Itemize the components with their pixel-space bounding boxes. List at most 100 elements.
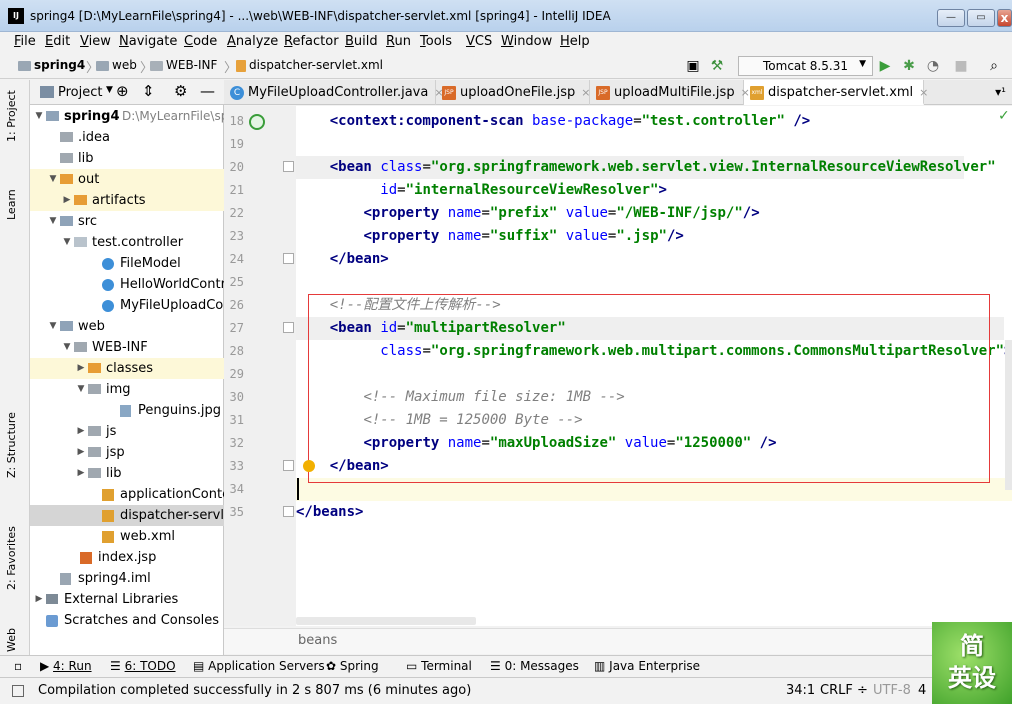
menu-view[interactable]: View: [80, 34, 111, 49]
maximize-button[interactable]: ▭: [967, 9, 995, 27]
chevron-down-icon[interactable]: ▼: [34, 106, 44, 127]
editor-breadcrumb-beans[interactable]: beans: [298, 633, 337, 648]
fold-marker-icon[interactable]: [283, 322, 294, 333]
tree-item[interactable]: ▶ lib: [30, 463, 224, 484]
menu-edit[interactable]: Edit: [45, 34, 70, 49]
tool-window-messages[interactable]: ☰ 0: Messages: [490, 659, 579, 673]
code-line[interactable]: </bean>: [296, 248, 389, 271]
tree-item[interactable]: spring4.iml: [30, 568, 224, 589]
tree-item[interactable]: ▼ test.controller: [30, 232, 224, 253]
tree-item[interactable]: lib: [30, 148, 224, 169]
tree-item[interactable]: Scratches and Consoles: [30, 610, 224, 631]
crumb-web[interactable]: web: [96, 58, 137, 72]
fold-marker-icon[interactable]: [283, 460, 294, 471]
chevron-down-icon[interactable]: ▼: [76, 379, 86, 400]
chevron-down-icon[interactable]: ▼: [62, 337, 72, 358]
vertical-scrollbar[interactable]: [1005, 340, 1012, 490]
editor-tab[interactable]: C MyFileUploadController.java ×: [224, 80, 444, 105]
tree-item[interactable]: MyFileUploadController: [30, 295, 224, 316]
close-icon[interactable]: ×: [741, 86, 750, 99]
lightbulb-icon[interactable]: [303, 460, 315, 472]
close-icon[interactable]: ×: [919, 86, 928, 99]
tree-item[interactable]: web.xml: [30, 526, 224, 547]
close-icon[interactable]: ×: [434, 86, 443, 99]
tool-window-spring[interactable]: ✿ Spring: [326, 659, 379, 673]
tree-item[interactable]: .idea: [30, 127, 224, 148]
editor-tab[interactable]: JSP uploadOneFile.jsp ×: [436, 80, 591, 105]
code-line[interactable]: <bean class="org.springframework.web.ser…: [296, 156, 996, 179]
tree-item[interactable]: ▶ artifacts: [30, 190, 224, 211]
code-line[interactable]: <property name="prefix" value="/WEB-INF/…: [296, 202, 759, 225]
tree-item[interactable]: dispatcher-servlet.xml: [30, 505, 224, 526]
close-button[interactable]: x: [997, 9, 1012, 27]
tool-window-run[interactable]: ▶ 4: Run: [40, 659, 92, 673]
tree-item[interactable]: ▶ External Libraries: [30, 589, 224, 610]
menu-run[interactable]: Run: [386, 34, 411, 49]
status-toggle-icon[interactable]: [12, 685, 24, 697]
collapse-all-icon[interactable]: ⇕: [142, 82, 155, 100]
menu-help[interactable]: Help: [560, 34, 590, 49]
code-line[interactable]: <property name="suffix" value=".jsp"/>: [296, 225, 683, 248]
fold-marker-icon[interactable]: [283, 253, 294, 264]
chevron-right-icon[interactable]: ▶: [76, 358, 86, 379]
code-line[interactable]: id="internalResourceViewResolver">: [296, 179, 667, 202]
tree-item[interactable]: HelloWorldController: [30, 274, 224, 295]
dropdown-arrow-icon[interactable]: ▼: [106, 85, 113, 95]
chevron-down-icon[interactable]: ▼: [48, 169, 58, 190]
line-separator[interactable]: CRLF ÷: [820, 683, 868, 698]
menu-build[interactable]: Build: [345, 34, 378, 49]
fold-marker-icon[interactable]: [283, 506, 294, 517]
web-tool-tab[interactable]: Web: [5, 628, 18, 652]
tool-window-terminal[interactable]: ▭ Terminal: [406, 659, 472, 673]
fold-marker-icon[interactable]: [283, 161, 294, 172]
stop-icon[interactable]: ■: [952, 57, 970, 75]
menu-analyze[interactable]: Analyze: [227, 34, 278, 49]
tree-item[interactable]: ▼ img: [30, 379, 224, 400]
horizontal-scrollbar[interactable]: [296, 617, 476, 625]
chevron-right-icon[interactable]: ▶: [76, 442, 86, 463]
tree-item[interactable]: index.jsp: [30, 547, 224, 568]
project-view-label[interactable]: Project: [58, 85, 102, 100]
menu-vcs[interactable]: VCS: [466, 34, 492, 49]
learn-tool-tab[interactable]: Learn: [5, 189, 18, 220]
editor-tab[interactable]: JSP uploadMultiFile.jsp ×: [590, 80, 750, 105]
tree-item[interactable]: ▶ classes: [30, 358, 224, 379]
status-message[interactable]: Compilation completed successfully in 2 …: [38, 683, 471, 698]
menu-window[interactable]: Window: [501, 34, 552, 49]
tree-item[interactable]: Penguins.jpg: [30, 400, 224, 421]
spring-bean-gutter-icon[interactable]: [249, 114, 265, 130]
tree-item[interactable]: ▼ out: [30, 169, 224, 190]
tree-item[interactable]: ▼ WEB-INF: [30, 337, 224, 358]
tree-item[interactable]: ▶ js: [30, 421, 224, 442]
minimize-button[interactable]: —: [937, 9, 965, 27]
inspection-ok-icon[interactable]: ✓: [998, 108, 1010, 124]
tree-item[interactable]: ▼ spring4D:\MyLearnFile\spring4: [30, 106, 224, 127]
tool-window-todo[interactable]: ☰ 6: TODO: [110, 659, 176, 673]
chevron-right-icon[interactable]: ▶: [62, 190, 72, 211]
toolbar-panel-icon[interactable]: ▫: [14, 659, 22, 673]
gear-icon[interactable]: ⚙: [174, 82, 187, 100]
tree-item[interactable]: applicationContext.xml: [30, 484, 224, 505]
hide-icon[interactable]: —: [200, 82, 215, 100]
chevron-right-icon[interactable]: ▶: [76, 463, 86, 484]
tool-window-application-servers[interactable]: ▤ Application Servers: [193, 659, 325, 673]
code-line[interactable]: <context:component-scan base-package="te…: [296, 110, 811, 133]
chevron-down-icon[interactable]: ▼: [48, 211, 58, 232]
structure-tool-tab[interactable]: Z: Structure: [5, 412, 18, 478]
debug-icon[interactable]: ✱: [900, 57, 918, 75]
chevron-right-icon[interactable]: ▶: [76, 421, 86, 442]
chevron-right-icon[interactable]: ▶: [34, 589, 44, 610]
chevron-down-icon[interactable]: ▼: [48, 316, 58, 337]
run-icon[interactable]: ▶: [876, 57, 894, 75]
menu-tools[interactable]: Tools: [420, 34, 452, 49]
menu-code[interactable]: Code: [184, 34, 217, 49]
file-encoding[interactable]: UTF-8: [873, 683, 911, 698]
caret-position[interactable]: 34:1: [786, 683, 815, 698]
editor-tab[interactable]: xml dispatcher-servlet.xml ×: [744, 80, 928, 105]
build-hammer-icon[interactable]: ⚒: [708, 57, 726, 75]
scroll-from-source-icon[interactable]: ⊕: [116, 82, 129, 100]
tree-item[interactable]: FileModel: [30, 253, 224, 274]
tree-item[interactable]: ▼ src: [30, 211, 224, 232]
tab-list-icon[interactable]: ▾¹: [995, 85, 1006, 99]
crumb-web-inf[interactable]: WEB-INF: [150, 58, 217, 72]
